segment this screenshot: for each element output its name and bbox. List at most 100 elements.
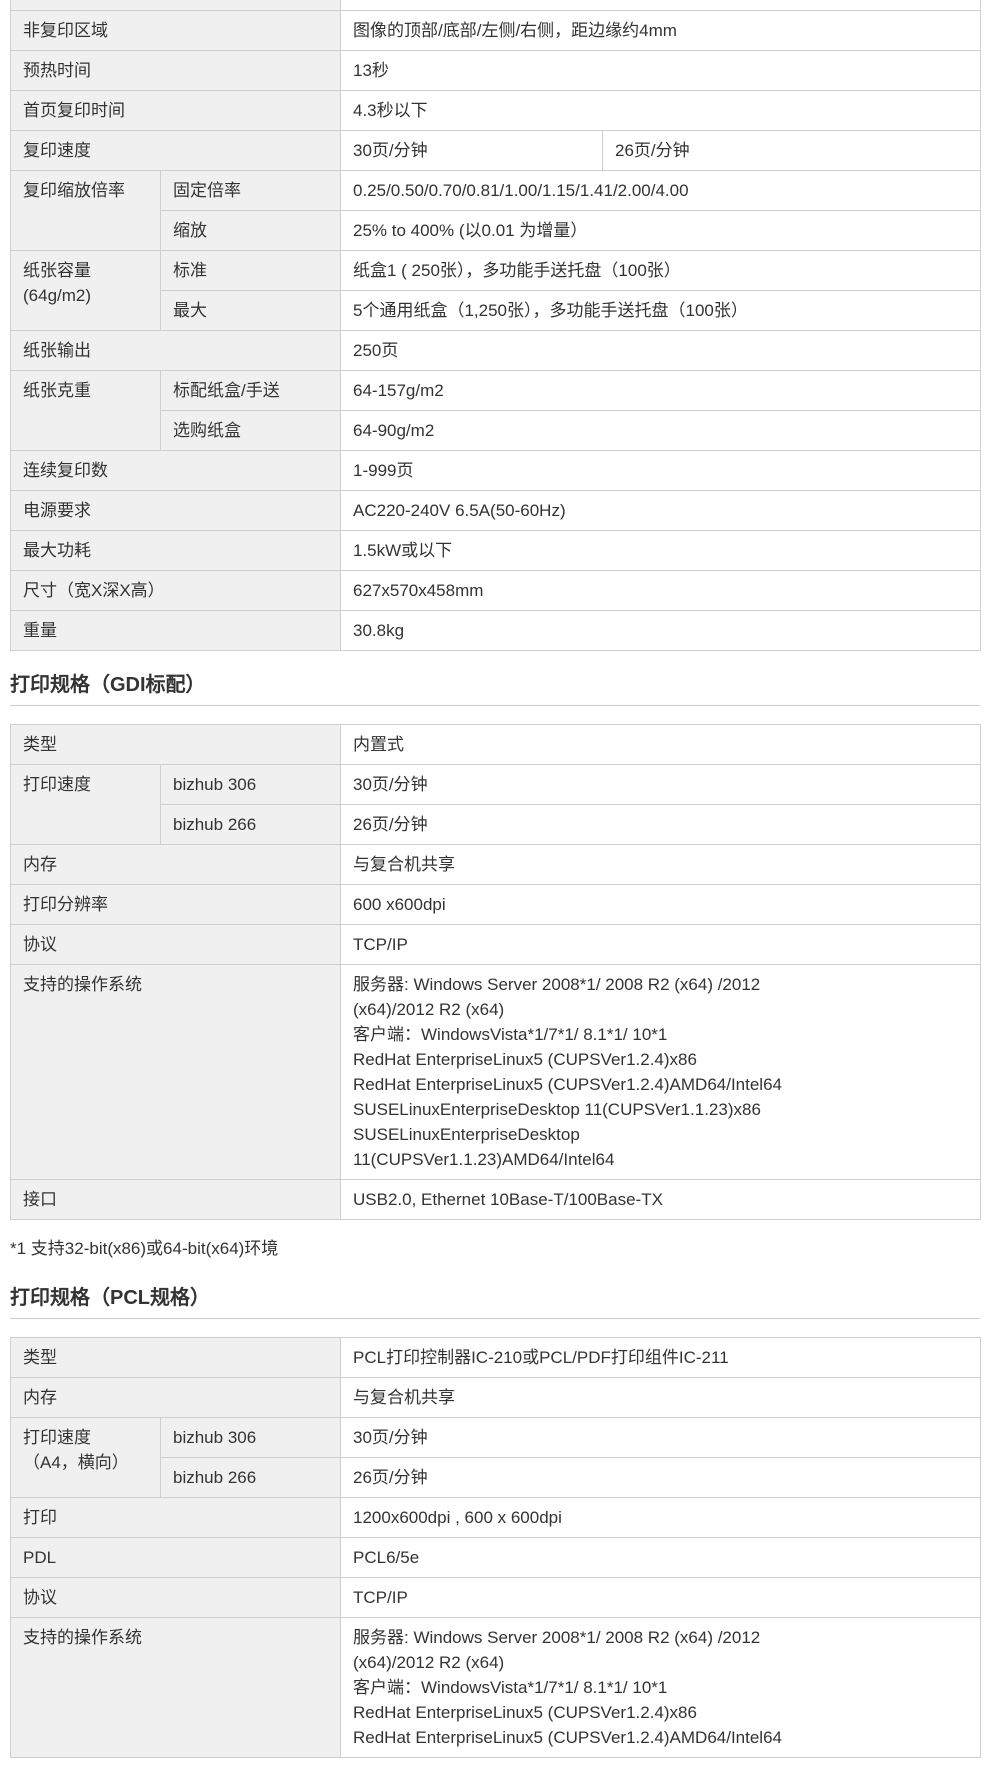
table-row: 内存 与复合机共享 [10,844,981,885]
gdi-section-title: 打印规格（GDI标配） [10,665,980,706]
row-label: 协议 [10,924,341,965]
os-line: SUSELinuxEnterpriseDesktop 11(CUPSVer1.1… [353,1100,761,1119]
row-label: 支持的操作系统 [10,964,341,1180]
table-row: 尺寸（宽X深X高） 627x570x458mm [10,570,981,611]
os-line: RedHat EnterpriseLinux5 (CUPSVer1.2.4)AM… [353,1075,782,1094]
table-row: 电源要求 AC220-240V 6.5A(50-60Hz) [10,490,981,531]
table-row: 复印速度 30页/分钟 26页/分钟 [10,130,981,171]
row-value: 1200x600dpi , 600 x 600dpi [340,1497,981,1538]
row-label: PDL [10,1537,341,1578]
row-value: 服务器: Windows Server 2008*1/ 2008 R2 (x64… [340,964,981,1180]
row-label: 纸张容量 (64g/m2) [10,250,161,331]
row-label: 非复印区域 [10,10,341,51]
table-row: 打印速度 bizhub 306 30页/分钟 [10,764,981,845]
row-label: 尺寸（宽X深X高） [10,570,341,611]
gdi-spec-table: 类型 内置式 打印速度 bizhub 306 30页/分钟 bizhub 266… [10,724,981,1220]
table-row: 复印缩放倍率 固定倍率 0.25/0.50/0.70/0.81/1.00/1.1… [10,170,981,251]
row-value: 服务器: Windows Server 2008*1/ 2008 R2 (x64… [340,1617,981,1758]
row-value: 250页 [340,330,981,371]
table-row: 类型 内置式 [10,724,981,765]
table-row [10,0,981,11]
row-label: 类型 [10,1337,341,1378]
os-line: RedHat EnterpriseLinux5 (CUPSVer1.2.4)x8… [353,1050,697,1069]
row-value: 627x570x458mm [340,570,981,611]
table-row: 纸张容量 (64g/m2) 标准 纸盒1 ( 250张），多功能手送托盘（100… [10,250,981,331]
row-sublabel: 最大 [160,290,341,331]
row-label: 接口 [10,1179,341,1220]
row-value: 内置式 [340,724,981,765]
row-label: 纸张克重 [10,370,161,451]
table-row: 首页复印时间 4.3秒以下 [10,90,981,131]
row-sublabel: 标配纸盒/手送 [160,370,341,411]
row-sublabel: bizhub 306 [160,1417,341,1458]
row-sublabel: bizhub 266 [160,1457,341,1498]
row-value: 与复合机共享 [340,844,981,885]
row-value: 13秒 [340,50,981,91]
row-value: 64-157g/m2 [340,370,981,411]
os-line: RedHat EnterpriseLinux5 (CUPSVer1.2.4)x8… [353,1703,697,1722]
row-sublabel: 标准 [160,250,341,291]
row-label: 电源要求 [10,490,341,531]
copy-spec-table: 非复印区域 图像的顶部/底部/左侧/右侧，距边缘约4mm 预热时间 13秒 首页… [10,0,981,651]
row-value [340,0,981,11]
row-sublabel: bizhub 306 [160,764,341,805]
row-label: 复印缩放倍率 [10,170,161,251]
row-value-306: 30页/分钟 [340,130,603,171]
row-label: 内存 [10,1377,341,1418]
table-row: 重量 30.8kg [10,610,981,651]
table-row: 协议 TCP/IP [10,924,981,965]
table-row: 支持的操作系统 服务器: Windows Server 2008*1/ 2008… [10,1617,981,1758]
pcl-spec-table: 类型 PCL打印控制器IC-210或PCL/PDF打印组件IC-211 内存 与… [10,1337,981,1758]
os-line: (x64)/2012 R2 (x64) [353,1000,505,1019]
row-value: PCL打印控制器IC-210或PCL/PDF打印组件IC-211 [340,1337,981,1378]
footnote: *1 支持32-bit(x86)或64-bit(x64)环境 [10,1239,279,1258]
row-value: 1.5kW或以下 [340,530,981,571]
os-line: 客户端：WindowsVista*1/7*1/ 8.1*1/ 10*1 [353,1678,668,1697]
row-label: 连续复印数 [10,450,341,491]
table-row: 纸张输出 250页 [10,330,981,371]
row-sublabel: bizhub 266 [160,804,341,845]
table-row: 纸张克重 标配纸盒/手送 64-157g/m2 [10,370,981,451]
table-row: 打印分辨率 600 x600dpi [10,884,981,925]
row-value: 与复合机共享 [340,1377,981,1418]
os-line: 客户端：WindowsVista*1/7*1/ 8.1*1/ 10*1 [353,1025,668,1044]
row-label: 打印分辨率 [10,884,341,925]
row-value: AC220-240V 6.5A(50-60Hz) [340,490,981,531]
spec-page: 非复印区域 图像的顶部/底部/左侧/右侧，距边缘约4mm 预热时间 13秒 首页… [10,0,981,1758]
row-value: TCP/IP [340,1577,981,1618]
table-row: PDL PCL6/5e [10,1537,981,1578]
row-value: PCL6/5e [340,1537,981,1578]
row-label: 最大功耗 [10,530,341,571]
row-value-266: 26页/分钟 [602,130,981,171]
row-value: 图像的顶部/底部/左侧/右侧，距边缘约4mm [340,10,981,51]
table-row: 类型 PCL打印控制器IC-210或PCL/PDF打印组件IC-211 [10,1337,981,1378]
row-value: 5个通用纸盒（1,250张），多功能手送托盘（100张） [340,290,981,331]
row-label: 重量 [10,610,341,651]
os-line: 服务器: Windows Server 2008*1/ 2008 R2 (x64… [353,1628,761,1647]
os-line: SUSELinuxEnterpriseDesktop [353,1125,580,1144]
pcl-section-title: 打印规格（PCL规格） [10,1278,980,1319]
table-row: 打印 1200x600dpi , 600 x 600dpi [10,1497,981,1538]
row-sublabel: 缩放 [160,210,341,251]
row-label: 首页复印时间 [10,90,341,131]
row-value: 26页/分钟 [340,1457,981,1498]
row-value: 4.3秒以下 [340,90,981,131]
table-row: 内存 与复合机共享 [10,1377,981,1418]
row-label [10,0,341,11]
row-label: 打印 [10,1497,341,1538]
table-row: 协议 TCP/IP [10,1577,981,1618]
table-row: 连续复印数 1-999页 [10,450,981,491]
row-value: 纸盒1 ( 250张），多功能手送托盘（100张） [340,250,981,291]
row-value: 1-999页 [340,450,981,491]
row-label: 支持的操作系统 [10,1617,341,1758]
row-value: 0.25/0.50/0.70/0.81/1.00/1.15/1.41/2.00/… [340,170,981,211]
row-label: 预热时间 [10,50,341,91]
os-line: (x64)/2012 R2 (x64) [353,1653,505,1672]
row-label: 协议 [10,1577,341,1618]
row-label: 纸张输出 [10,330,341,371]
row-sublabel: 选购纸盒 [160,410,341,451]
row-value: 600 x600dpi [340,884,981,925]
table-row: 预热时间 13秒 [10,50,981,91]
row-label: 复印速度 [10,130,341,171]
row-value: 26页/分钟 [340,804,981,845]
